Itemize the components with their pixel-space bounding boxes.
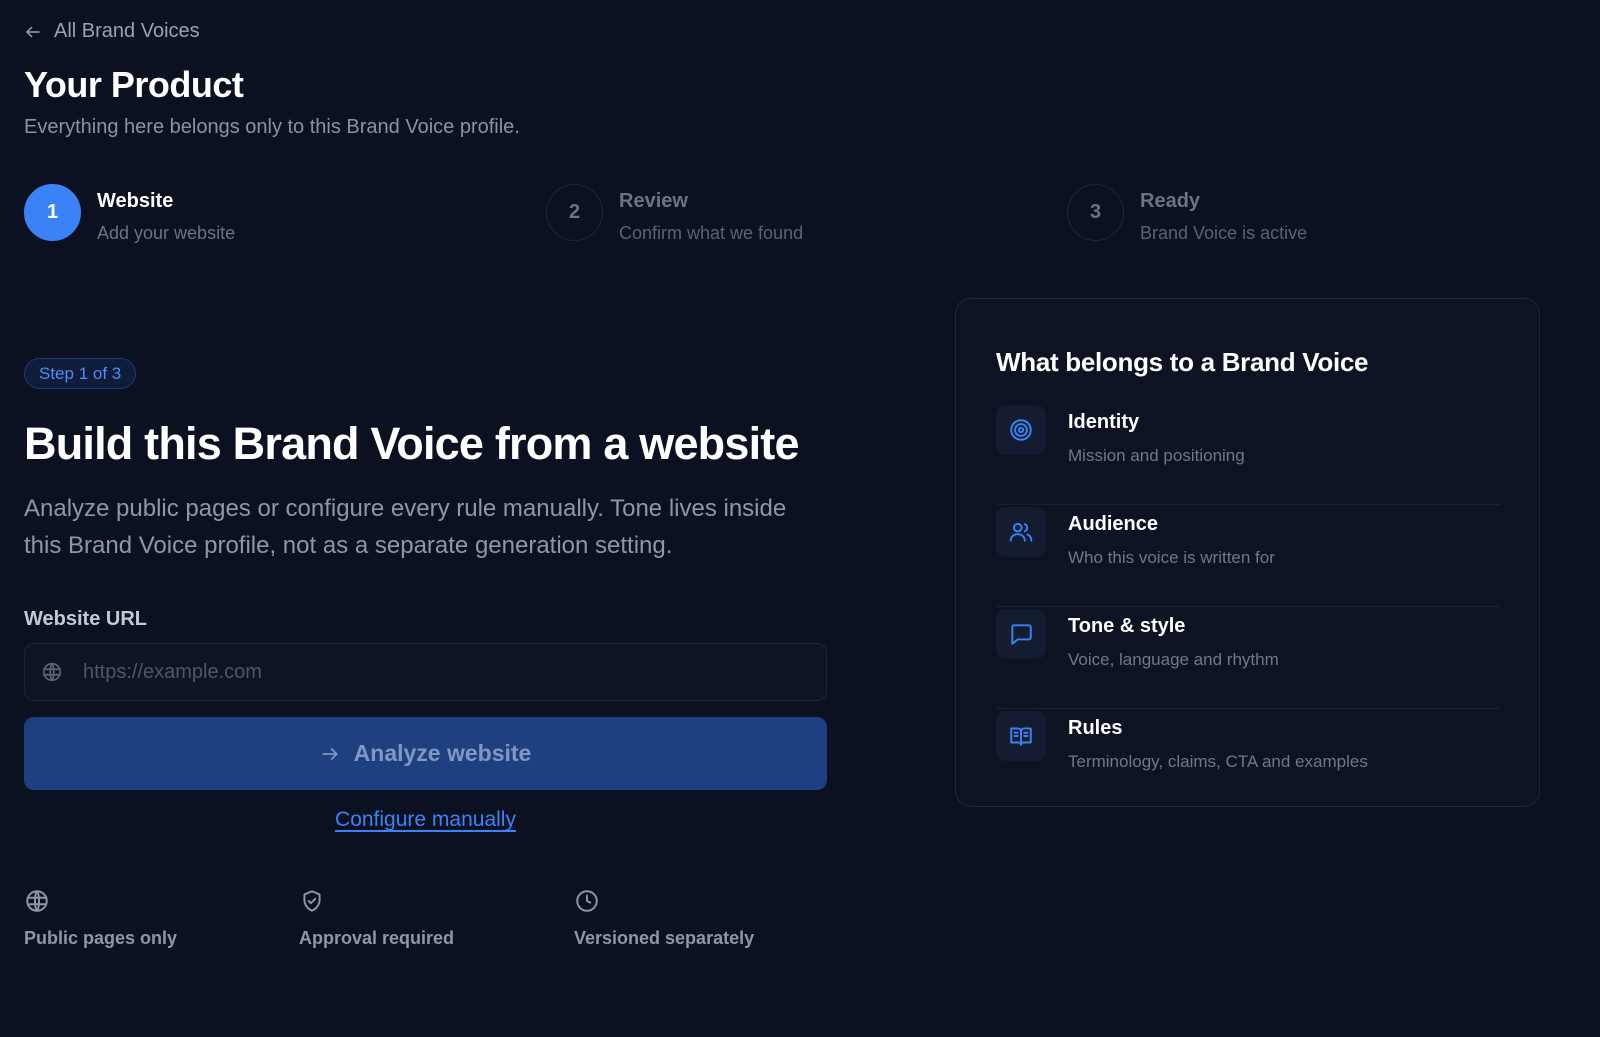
feature-list: Public pages only Approval required Vers… bbox=[24, 888, 824, 958]
analyze-website-button[interactable]: Analyze website bbox=[24, 717, 827, 790]
brand-voice-info-card: What belongs to a Brand Voice Identity M… bbox=[955, 298, 1540, 807]
arrow-left-icon bbox=[26, 26, 40, 37]
card-item-rules: Rules Terminology, claims, CTA and examp… bbox=[996, 709, 1501, 811]
card-item-title: Identity bbox=[1068, 411, 1140, 433]
back-link[interactable]: All Brand Voices bbox=[24, 20, 200, 43]
step-label: Ready bbox=[1140, 190, 1201, 212]
feature-approval: Approval required bbox=[299, 888, 454, 949]
step-label: Website bbox=[97, 190, 174, 212]
globe-icon bbox=[26, 890, 48, 912]
page-subtitle: Everything here belongs only to this Bra… bbox=[24, 116, 520, 138]
step-website: 1 Website Add your website bbox=[24, 184, 235, 244]
card-item-identity: Identity Mission and positioning bbox=[996, 403, 1501, 505]
users-icon bbox=[996, 507, 1046, 557]
card-item-list: Identity Mission and positioning Audienc… bbox=[996, 403, 1501, 811]
step-ready: 3 Ready Brand Voice is active bbox=[1067, 184, 1307, 244]
step-label: Review bbox=[619, 190, 688, 212]
feature-label: Public pages only bbox=[24, 928, 178, 948]
card-item-description: Mission and positioning bbox=[1068, 446, 1245, 465]
feature-versioned: Versioned separately bbox=[574, 888, 754, 949]
page-title: Your Product bbox=[24, 64, 244, 105]
website-url-field[interactable] bbox=[24, 643, 827, 701]
brand-voice-setup-page: All Brand Voices Your Product Everything… bbox=[0, 0, 1600, 1037]
analyze-website-label: Analyze website bbox=[353, 740, 532, 766]
card-item-description: Voice, language and rhythm bbox=[1068, 650, 1279, 669]
feature-label: Versioned separately bbox=[574, 928, 755, 948]
step-description: Confirm what we found bbox=[619, 223, 804, 243]
message-icon bbox=[996, 609, 1046, 659]
main-description: Analyze public pages or configure every … bbox=[24, 495, 787, 559]
card-item-title: Rules bbox=[1068, 717, 1123, 739]
feature-label: Approval required bbox=[299, 928, 455, 948]
card-item-tone-style: Tone & style Voice, language and rhythm bbox=[996, 607, 1501, 709]
website-url-input[interactable] bbox=[83, 660, 826, 684]
website-url-label: Website URL bbox=[24, 608, 147, 630]
configure-manually-link[interactable]: Configure manually bbox=[24, 808, 827, 832]
card-title: What belongs to a Brand Voice bbox=[996, 347, 1369, 377]
shield-check-icon bbox=[303, 890, 321, 912]
stepper: 1 Website Add your website 2 Review Conf… bbox=[24, 184, 1564, 244]
back-link-label: All Brand Voices bbox=[54, 20, 200, 42]
step-description: Brand Voice is active bbox=[1140, 223, 1308, 243]
step-badge: Step 1 of 3 bbox=[24, 358, 137, 389]
globe-icon bbox=[42, 662, 62, 682]
step-number: 2 bbox=[546, 184, 603, 241]
step-number: 3 bbox=[1067, 184, 1124, 241]
step-number: 1 bbox=[24, 184, 81, 241]
main-heading: Build this Brand Voice from a website bbox=[24, 418, 800, 469]
card-item-title: Tone & style bbox=[1068, 615, 1186, 637]
feature-public-pages: Public pages only bbox=[24, 888, 177, 949]
target-icon bbox=[996, 405, 1046, 455]
card-item-title: Audience bbox=[1068, 513, 1159, 535]
step-description: Add your website bbox=[97, 223, 236, 243]
card-item-description: Who this voice is written for bbox=[1068, 548, 1275, 567]
step-review: 2 Review Confirm what we found bbox=[546, 184, 803, 244]
arrow-right-icon bbox=[322, 747, 338, 760]
book-icon bbox=[996, 711, 1046, 761]
clock-icon bbox=[576, 890, 598, 912]
card-item-description: Terminology, claims, CTA and examples bbox=[1068, 752, 1368, 771]
card-item-audience: Audience Who this voice is written for bbox=[996, 505, 1501, 607]
